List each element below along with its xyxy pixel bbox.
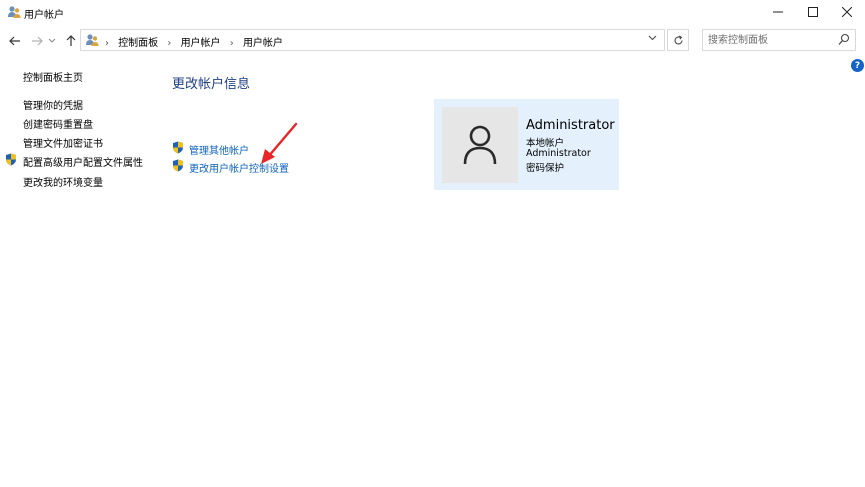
left-link-advanced-profile-properties[interactable]: 配置高级用户配置文件属性 xyxy=(23,154,143,169)
left-link-control-panel-home[interactable]: 控制面板主页 xyxy=(23,69,83,84)
account-password-status: 密码保护 xyxy=(526,163,565,174)
left-link-manage-credentials[interactable]: 管理你的凭据 xyxy=(23,97,83,112)
arrow-left-icon xyxy=(9,36,20,46)
left-link-change-environment-variables[interactable]: 更改我的环境变量 xyxy=(23,174,103,189)
chevron-down-icon xyxy=(48,38,56,43)
arrow-right-icon xyxy=(32,36,43,46)
breadcrumb-item-user-accounts-current[interactable]: 用户帐户 xyxy=(243,38,283,49)
avatar xyxy=(442,107,518,183)
minimize-icon xyxy=(773,11,783,13)
title-bar: 用户帐户 xyxy=(0,0,865,24)
address-dropdown-button[interactable] xyxy=(644,33,660,47)
left-link-manage-encryption-certs[interactable]: 管理文件加密证书 xyxy=(23,135,103,150)
maximize-icon xyxy=(808,7,818,17)
breadcrumb-item-control-panel[interactable]: 控制面板 xyxy=(118,38,158,49)
users-icon xyxy=(86,34,99,46)
refresh-icon xyxy=(673,35,683,44)
forward-button[interactable] xyxy=(28,31,46,51)
uac-shield-icon xyxy=(173,141,183,154)
uac-shield-icon xyxy=(6,153,16,166)
navigation-bar: › 控制面板 › 用户帐户 › 用户帐户 xyxy=(0,28,865,54)
breadcrumb: › 控制面板 › 用户帐户 › 用户帐户 xyxy=(105,34,283,49)
recent-locations-button[interactable] xyxy=(46,31,58,51)
account-group: Administrator xyxy=(526,148,591,159)
breadcrumb-separator[interactable]: › xyxy=(230,38,234,49)
chevron-down-icon xyxy=(648,35,656,41)
breadcrumb-separator[interactable]: › xyxy=(167,38,171,49)
account-card: Administrator 本地帐户 Administrator 密码保护 xyxy=(434,99,619,190)
users-icon xyxy=(8,6,21,18)
up-button[interactable] xyxy=(62,31,80,51)
annotation-arrow-icon xyxy=(261,122,298,164)
user-icon xyxy=(463,125,497,165)
uac-shield-icon xyxy=(173,159,183,172)
arrow-up-icon xyxy=(66,35,76,46)
search-box[interactable] xyxy=(702,29,856,51)
search-icon[interactable] xyxy=(838,33,850,47)
breadcrumb-item-user-accounts[interactable]: 用户帐户 xyxy=(181,38,221,49)
back-button[interactable] xyxy=(6,31,24,51)
help-button[interactable]: ? xyxy=(851,59,864,72)
close-button[interactable] xyxy=(829,0,865,24)
window-title: 用户帐户 xyxy=(24,10,64,21)
account-type: 本地帐户 xyxy=(526,138,565,149)
help-icon: ? xyxy=(854,60,861,71)
breadcrumb-separator: › xyxy=(105,38,109,49)
manage-other-accounts-link[interactable]: 管理其他帐户 xyxy=(189,142,249,157)
left-link-create-reset-disk[interactable]: 创建密码重置盘 xyxy=(23,116,93,131)
minimize-button[interactable] xyxy=(760,0,796,24)
address-bar[interactable]: › 控制面板 › 用户帐户 › 用户帐户 xyxy=(80,29,665,51)
page-heading: 更改帐户信息 xyxy=(172,77,251,92)
search-input[interactable] xyxy=(708,33,833,47)
maximize-button[interactable] xyxy=(795,0,831,24)
close-icon xyxy=(842,7,852,17)
refresh-button[interactable] xyxy=(667,29,689,51)
account-name: Administrator xyxy=(526,118,615,133)
